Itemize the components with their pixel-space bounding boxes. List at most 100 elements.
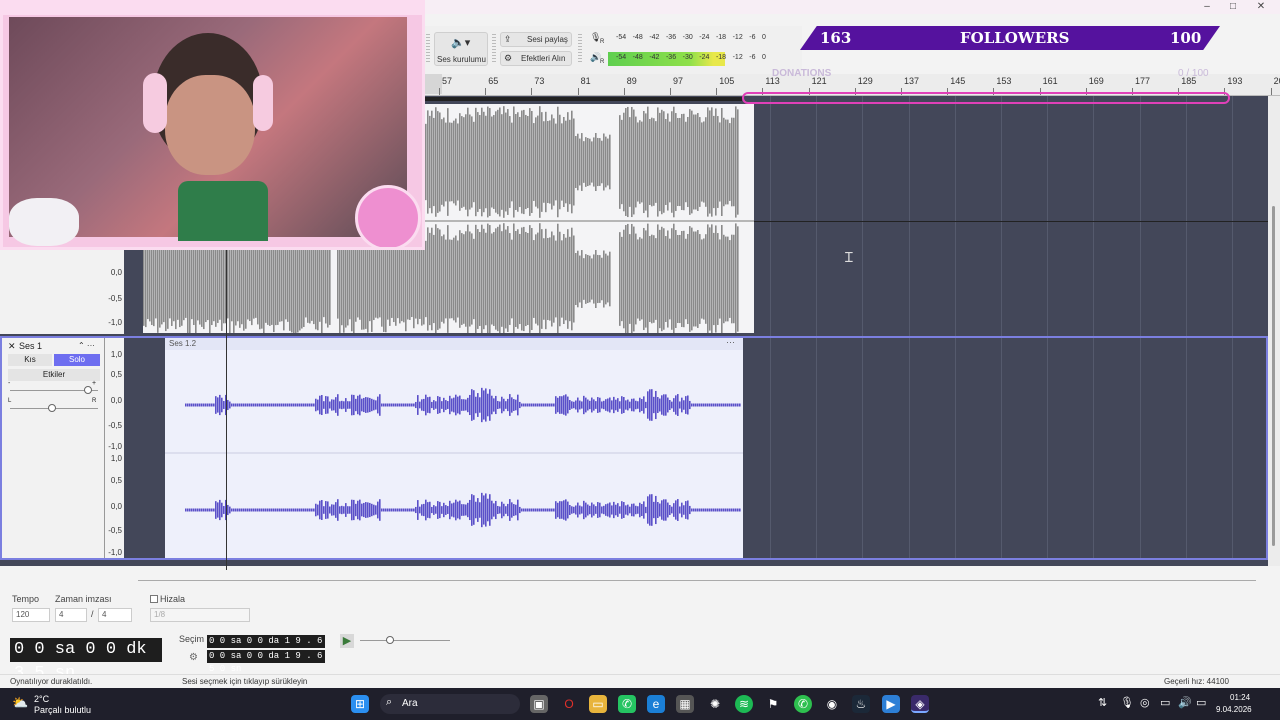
audacity-icon[interactable]: ◈ bbox=[911, 695, 929, 713]
waveform-sample bbox=[475, 396, 477, 414]
spotify-icon[interactable]: ≋ bbox=[735, 695, 753, 713]
waveform-sample bbox=[495, 395, 497, 415]
volume-icon[interactable]: 🔊 bbox=[1178, 696, 1192, 709]
selection-settings-icon[interactable]: ⚙ bbox=[189, 652, 201, 664]
play-at-speed-button[interactable]: ▶ bbox=[340, 634, 354, 648]
playback-speed-thumb[interactable] bbox=[386, 636, 394, 644]
clock-time[interactable]: 01:24 bbox=[1230, 693, 1250, 702]
weather-desc[interactable]: Parçalı bulutlu bbox=[34, 705, 91, 715]
waveform-sample bbox=[681, 397, 683, 413]
waveform-sample bbox=[401, 403, 403, 407]
waveform-sample bbox=[367, 397, 369, 413]
waveform-sample bbox=[539, 223, 541, 333]
get-effects-button[interactable]: ⚙ Efektleri Alın bbox=[500, 51, 572, 66]
battery-icon[interactable]: ▭ bbox=[1196, 696, 1206, 709]
obs-icon[interactable]: ◉ bbox=[823, 695, 841, 713]
microphone-tray-icon[interactable]: 🎙 bbox=[1120, 696, 1134, 709]
store-icon[interactable]: ▦ bbox=[676, 695, 694, 713]
waveform-sample bbox=[517, 229, 519, 329]
audio-setup-button[interactable]: 🔈▾ Ses kurulumu bbox=[434, 32, 488, 66]
tempo-input[interactable]: 120 bbox=[12, 608, 50, 622]
waveform-sample bbox=[337, 394, 339, 416]
edge-icon[interactable]: e bbox=[647, 695, 665, 713]
whatsapp-icon[interactable]: ✆ bbox=[618, 695, 636, 713]
share-audio-button[interactable]: ⇪ Sesi paylaş bbox=[500, 32, 572, 47]
playback-meter[interactable]: 🔊 R -54 -48 -42 -36 -30 -24 -18 -12 -6 0 bbox=[588, 52, 766, 66]
waveform-sample bbox=[465, 231, 467, 327]
waveform-sample bbox=[325, 501, 327, 519]
vertical-scrollbar-thumb[interactable] bbox=[1272, 206, 1275, 546]
track1-control-panel[interactable] bbox=[0, 246, 104, 334]
toolbar-grip-2[interactable] bbox=[492, 34, 496, 64]
track2-menu-icon[interactable]: ⌃ ··· bbox=[78, 341, 95, 350]
time-signature-numerator[interactable]: 4 bbox=[55, 608, 87, 622]
track2-control-panel[interactable]: ✕ Ses 1 ⌃ ··· Kıs Solo Etkiler - + L R bbox=[2, 338, 104, 558]
waveform-sample bbox=[577, 397, 579, 413]
play-meter-tick: -54 bbox=[616, 54, 627, 61]
selection-start-input[interactable]: 0 0 sa 0 0 da 1 9 . 6 5 0 sn bbox=[207, 635, 325, 659]
waveform-sample bbox=[359, 499, 361, 521]
waveform-sample bbox=[577, 502, 579, 518]
track2-clip[interactable]: Ses 1.2 ··· bbox=[165, 337, 743, 558]
waveform-sample bbox=[279, 508, 281, 512]
solo-button[interactable]: Solo bbox=[54, 354, 100, 366]
waveform-sample bbox=[611, 400, 613, 410]
snap-select[interactable]: 1/8 bbox=[150, 608, 250, 622]
display-icon[interactable]: ▭ bbox=[1160, 696, 1170, 709]
effects-button[interactable]: Etkiler bbox=[8, 369, 100, 381]
waveform-sample bbox=[705, 403, 707, 407]
waveform-sample bbox=[439, 229, 441, 329]
waveform-sample bbox=[631, 503, 633, 517]
close-window-button[interactable]: ✕ bbox=[1248, 0, 1274, 14]
network-icon[interactable]: ⇅ bbox=[1098, 696, 1107, 709]
clock-date[interactable]: 9.04.2026 bbox=[1216, 705, 1252, 714]
rec-meter-tick: -24 bbox=[699, 34, 710, 41]
opera-icon[interactable]: O bbox=[560, 695, 578, 713]
waveform-sample bbox=[185, 403, 187, 407]
chatgpt-icon[interactable]: ✺ bbox=[706, 695, 724, 713]
task-view-icon[interactable]: ▣ bbox=[530, 695, 548, 713]
time-display[interactable]: 0 0 sa 0 0 dk 3 5 sn bbox=[10, 638, 162, 683]
playback-speed-slider[interactable] bbox=[360, 640, 450, 641]
waveform-sample bbox=[281, 403, 283, 407]
waveform-sample bbox=[523, 508, 525, 512]
waveform-sample bbox=[599, 502, 601, 518]
track2-name[interactable]: Ses 1 bbox=[19, 341, 42, 351]
track2-close-icon[interactable]: ✕ bbox=[8, 341, 16, 352]
globe-icon[interactable]: ◎ bbox=[1140, 696, 1150, 709]
waveform-sample bbox=[403, 508, 405, 512]
app-icon-red-dot[interactable]: ⚑ bbox=[764, 695, 782, 713]
waveform-sample bbox=[733, 117, 735, 207]
whatsapp-2-icon[interactable]: ✆ bbox=[794, 695, 812, 713]
waveform-sample bbox=[283, 508, 285, 512]
recording-meter[interactable]: 🎙 R -54 -48 -42 -36 -30 -24 -18 -12 -6 0 bbox=[588, 32, 766, 46]
toolbar-grip-3[interactable] bbox=[578, 34, 582, 64]
waveform-sample bbox=[533, 123, 535, 201]
waveform-sample bbox=[431, 227, 433, 331]
waveform-sample bbox=[253, 239, 255, 319]
ruler-tick: 73 bbox=[531, 76, 545, 95]
time-signature-denominator[interactable]: 4 bbox=[98, 608, 132, 622]
waveform-sample bbox=[639, 237, 641, 321]
track2-scale: 1,0 0,5 0,0 -0,5 -1,0 1,0 0,5 0,0 -0,5 -… bbox=[104, 338, 124, 558]
waveform-sample bbox=[641, 121, 643, 203]
vertical-scrollbar[interactable] bbox=[1268, 96, 1280, 566]
weather-icon[interactable]: ⛅ bbox=[12, 695, 28, 711]
minimize-button[interactable]: – bbox=[1194, 0, 1220, 14]
mute-button[interactable]: Kıs bbox=[8, 354, 52, 366]
search-box[interactable]: ⌕ Ara bbox=[380, 694, 520, 714]
gain-slider-thumb[interactable] bbox=[84, 386, 92, 394]
track2-clip-menu-icon[interactable]: ··· bbox=[726, 337, 735, 347]
snap-checkbox[interactable] bbox=[150, 595, 158, 603]
toolbar-grip[interactable] bbox=[426, 34, 430, 64]
file-explorer-icon[interactable]: ▭ bbox=[589, 695, 607, 713]
steam-icon[interactable]: ♨ bbox=[852, 695, 870, 713]
start-button[interactable]: ⊞ bbox=[351, 695, 369, 713]
selection-end-input[interactable]: 0 0 sa 0 0 da 1 9 . 6 5 0 sn bbox=[207, 650, 325, 674]
pan-slider-thumb[interactable] bbox=[48, 404, 56, 412]
maximize-button[interactable]: □ bbox=[1220, 0, 1246, 14]
zoom-icon[interactable]: ▶ bbox=[882, 695, 900, 713]
playhead-line[interactable] bbox=[226, 246, 227, 570]
track2-clip-header[interactable]: Ses 1.2 ··· bbox=[165, 337, 743, 350]
weather-temp[interactable]: 2°C bbox=[34, 694, 49, 704]
